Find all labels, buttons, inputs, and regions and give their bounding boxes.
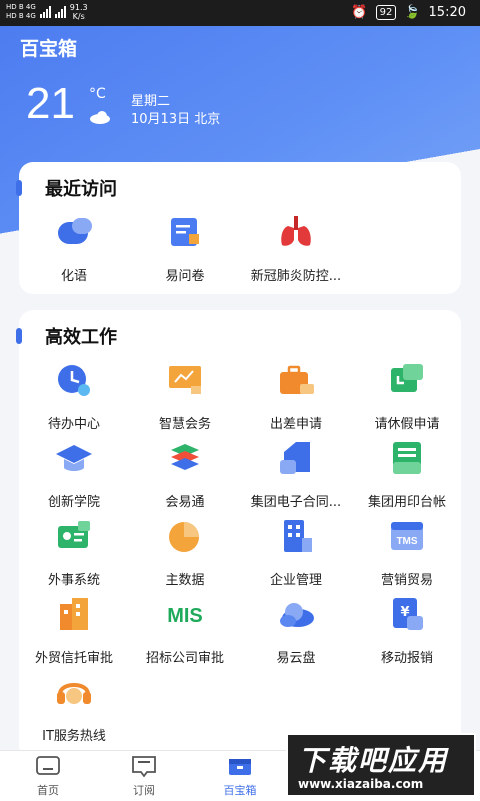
section-accent [16,328,22,344]
recent-card: 最近访问 化语 易问卷 新冠肺炎防控... [16,162,461,294]
ledger-icon [393,442,421,474]
chat-icon [58,218,92,244]
cloud-disk-icon [280,603,314,627]
status-bar: HD B 4G HD B 4G 91.3 K/s ⏰ 92 🍃 15:20 [0,0,480,26]
home-icon [36,756,60,775]
tab-toolbox[interactable]: 百宝箱 [210,755,270,798]
graduation-cap-icon [56,445,92,471]
app-tile-seal-ledger[interactable]: 集团用印台帐 [352,438,462,510]
leaf-icon: 🍃 [404,5,421,20]
app-tile-foreign-affairs[interactable]: 外事系统 [19,516,129,588]
lungs-icon [281,216,311,246]
app-tile-cloud-disk[interactable]: 易云盘 [241,594,351,666]
app-tile-contract[interactable]: 集团电子合同... [241,438,351,510]
network-speed: 91.3 K/s [69,3,88,21]
signal-bars-icon [54,6,66,18]
temperature-unit: °C [89,86,106,102]
recent-title: 最近访问 [45,179,117,200]
app-tile-huayu[interactable]: 化语 [19,212,129,284]
watermark-logo: 下载吧应用 www.xiazaiba.com [286,733,476,797]
work-card: 高效工作 待办中心 智慧会务 出差申请 请休假申请 创新学院 会易通 集团电子合… [16,310,462,760]
section-accent [16,180,22,196]
work-title: 高效工作 [45,327,117,348]
app-tile-todo[interactable]: 待办中心 [19,360,129,432]
trust-icon [60,598,88,630]
pie-chart-icon [169,522,199,552]
leave-icon [391,364,423,392]
app-tile-leave[interactable]: 请休假申请 [352,360,462,432]
presentation-icon [169,366,201,394]
svg-text:TMS: TMS [396,536,417,547]
app-tile-academy[interactable]: 创新学院 [19,438,129,510]
building-icon [284,520,312,552]
page-title: 百宝箱 [20,38,78,60]
survey-icon [171,218,199,246]
contract-icon [280,442,310,474]
sim-signal: HD B 4G HD B 4G [6,3,36,20]
id-card-icon [58,521,90,548]
temperature: 21 [26,79,75,128]
cloud-icon [90,111,110,124]
app-tile-trust[interactable]: 外贸信托审批 [19,594,129,666]
stack-icon [171,444,199,470]
app-tile-master-data[interactable]: 主数据 [130,516,240,588]
app-tile-huiyitong[interactable]: 会易通 [130,438,240,510]
app-tile-meeting[interactable]: 智慧会务 [130,360,240,432]
date-location: 10月13日 北京 [131,112,221,127]
toolbox-icon [229,759,251,775]
app-tile-it-hotline[interactable]: IT服务热线 [19,672,129,744]
reimburse-icon: ¥ [393,598,423,630]
app-tile-covid[interactable]: 新冠肺炎防控... [241,212,351,284]
headset-icon [57,683,91,704]
clock-icon [58,365,90,396]
alarm-icon: ⏰ [351,5,368,20]
mis-icon: MIS [167,605,203,627]
tab-subscribe[interactable]: 订阅 [114,755,174,798]
tms-icon: TMS [391,522,423,550]
signal-bars-icon [39,6,51,18]
weekday: 星期二 [131,94,171,109]
app-tile-enterprise[interactable]: 企业管理 [241,516,351,588]
subscribe-icon [132,756,156,778]
app-tile-marketing[interactable]: TMS 营销贸易 [352,516,462,588]
suitcase-icon [280,365,314,394]
clock-time: 15:20 [428,5,466,20]
tab-home[interactable]: 首页 [18,755,78,798]
app-tile-business-trip[interactable]: 出差申请 [241,360,351,432]
app-tile-reimburse[interactable]: ¥ 移动报销 [352,594,462,666]
app-tile-bidding[interactable]: MIS 招标公司审批 [130,594,240,666]
svg-text:MIS: MIS [167,605,203,627]
app-tile-survey[interactable]: 易问卷 [130,212,240,284]
battery-indicator: 92 [375,5,397,20]
